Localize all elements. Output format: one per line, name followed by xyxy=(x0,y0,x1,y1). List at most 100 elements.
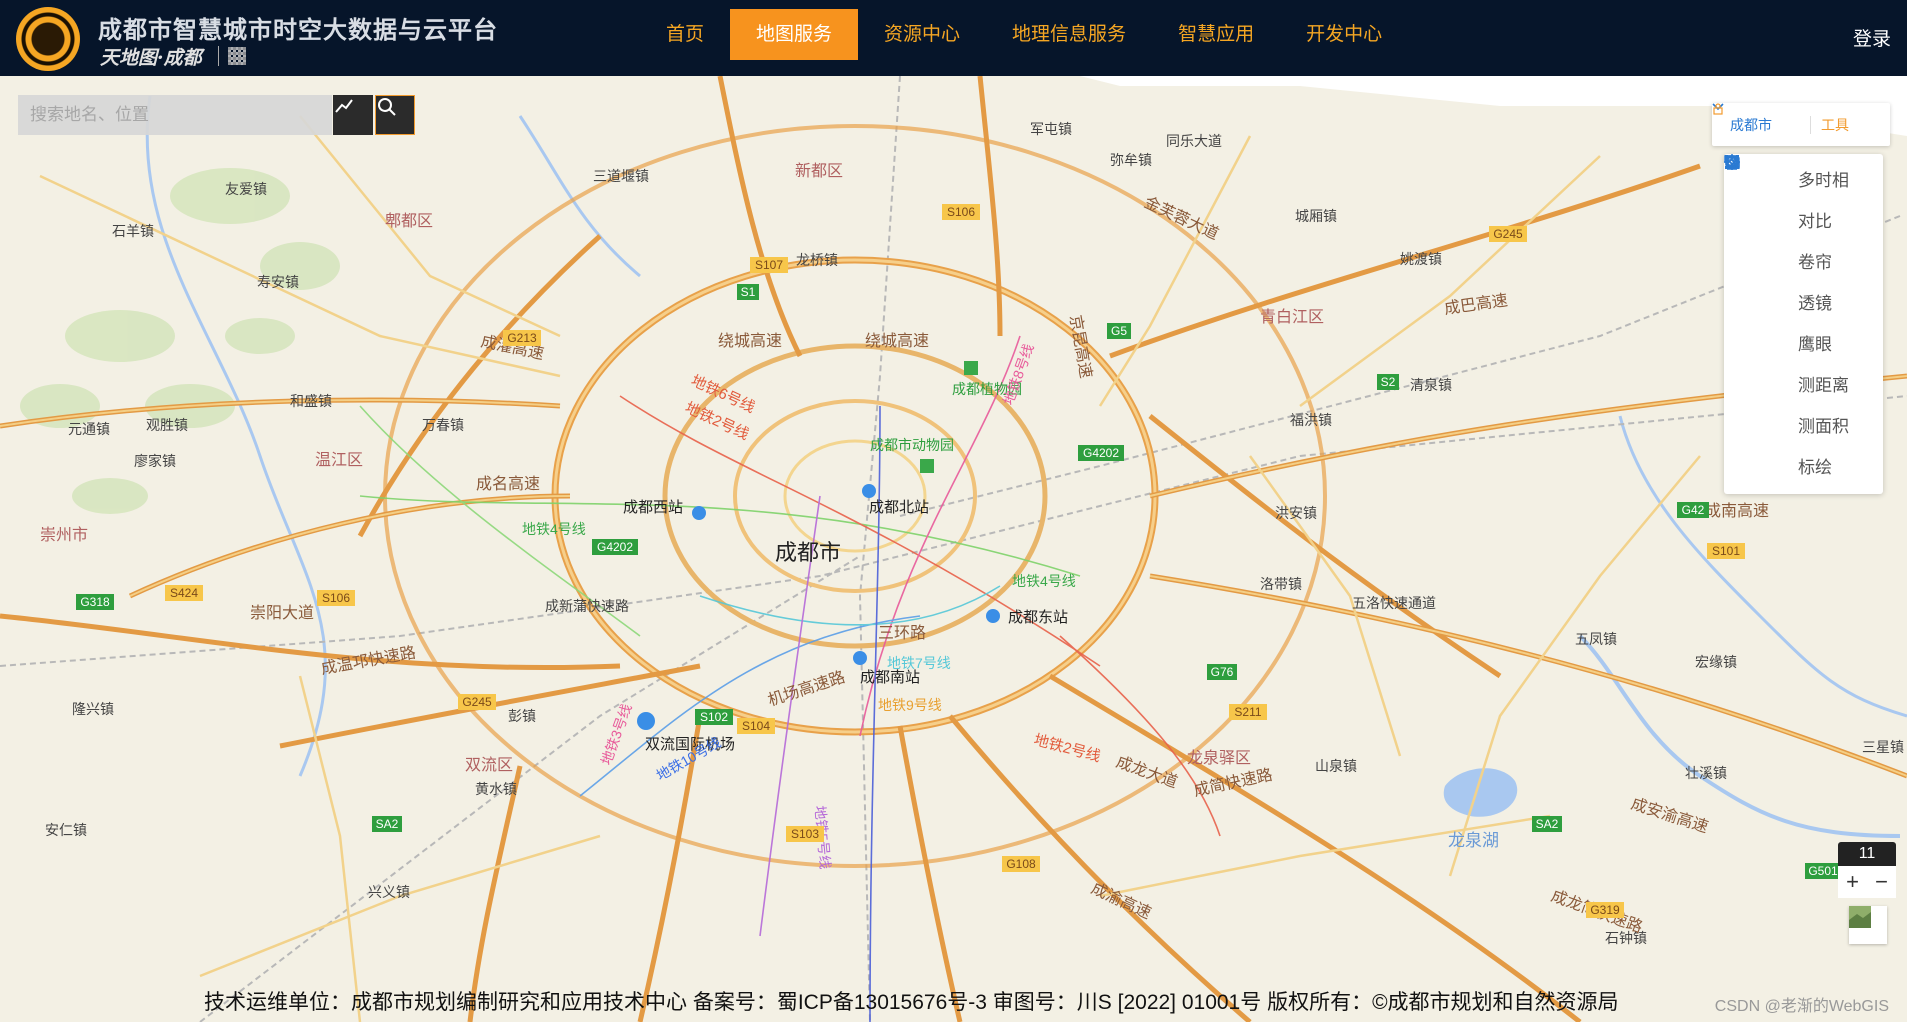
city-select-label: 成都市 xyxy=(1730,116,1772,133)
shield: G501 xyxy=(1805,863,1841,879)
qr-code-icon[interactable] xyxy=(228,47,246,65)
map-label-town: 万春镇 xyxy=(422,417,464,433)
nav-resource-center[interactable]: 资源中心 xyxy=(858,9,986,60)
map-label-town: 清泉镇 xyxy=(1410,377,1452,393)
shield: S106 xyxy=(317,590,355,606)
map-label-road: 绕城高速 xyxy=(718,332,782,350)
nav-dev-center[interactable]: 开发中心 xyxy=(1280,9,1408,60)
tools-button[interactable]: 工具 xyxy=(1713,103,1849,135)
map-label-town: 姚渡镇 xyxy=(1400,251,1442,267)
map-canvas[interactable]: 成都市 郫都区 温江区 崇州市 双流区 青白江区 龙泉驿区 新都区 龙泉湖 友爱… xyxy=(0,76,1907,1022)
svg-text:S106: S106 xyxy=(322,591,350,605)
map-label-town: 三星镇 xyxy=(1862,739,1904,755)
map-label-town: 元通镇 xyxy=(68,421,110,437)
city-logo-icon[interactable] xyxy=(16,7,80,71)
svg-text:S2: S2 xyxy=(1381,375,1396,389)
nav-smart-app[interactable]: 智慧应用 xyxy=(1152,9,1280,60)
csdn-watermark: CSDN @老渐的WebGIS xyxy=(1714,998,1889,1015)
shield: S424 xyxy=(165,585,203,601)
zoom-control: + − xyxy=(1838,866,1896,898)
map-label-town: 石羊镇 xyxy=(112,223,154,239)
shield: G213 xyxy=(503,330,541,346)
lens-icon xyxy=(1726,155,1772,311)
search-button[interactable] xyxy=(375,95,415,135)
shield: G108 xyxy=(1002,856,1040,872)
shield: S104 xyxy=(737,718,775,734)
tool-measure-area[interactable]: 测面积 xyxy=(1724,155,1883,445)
map-label-area: 崇州市 xyxy=(40,526,88,544)
map-label-town: 军屯镇 xyxy=(1030,121,1072,137)
tool-multi-temporal[interactable]: 多时相 xyxy=(1724,155,1883,199)
shield: S211 xyxy=(1229,704,1267,720)
map-label-road: 三环路 xyxy=(878,624,926,642)
zoom-in-button[interactable]: + xyxy=(1838,866,1867,898)
shield: G4202 xyxy=(1078,445,1124,461)
map-label-metro: 地铁9号线 xyxy=(878,697,942,713)
basemap[interactable]: 成都市 郫都区 温江区 崇州市 双流区 青白江区 龙泉驿区 新都区 龙泉湖 友爱… xyxy=(0,76,1907,1022)
tool-label: 卷帘 xyxy=(1798,253,1832,272)
svg-text:G318: G318 xyxy=(80,595,110,609)
tool-compare[interactable]: 对比 xyxy=(1724,155,1883,240)
shield: S103 xyxy=(786,826,824,842)
shield: S2 xyxy=(1377,374,1399,390)
login-link[interactable]: 登录 xyxy=(1853,24,1891,51)
tool-label: 透镜 xyxy=(1798,294,1832,313)
map-label-area: 龙泉湖 xyxy=(1448,831,1499,850)
map-label-road: 成新蒲快速路 xyxy=(545,598,629,614)
map-label-town: 彭镇 xyxy=(508,708,536,724)
shield: G319 xyxy=(1586,902,1624,918)
route-button[interactable] xyxy=(333,95,373,135)
svg-text:G501: G501 xyxy=(1808,864,1838,878)
map-label-town: 宏缘镇 xyxy=(1695,654,1737,670)
shield: SA2 xyxy=(372,816,402,832)
tool-plot[interactable]: 标绘 xyxy=(1724,155,1883,486)
nav-gis-service[interactable]: 地理信息服务 xyxy=(986,9,1152,60)
shield: G76 xyxy=(1207,664,1237,680)
shield: G4202 xyxy=(592,539,638,555)
shield: G245 xyxy=(1489,226,1527,242)
svg-text:G245: G245 xyxy=(462,695,492,709)
tool-measure-distance[interactable]: 测距离 xyxy=(1724,155,1883,404)
svg-text:SA2: SA2 xyxy=(1536,817,1559,831)
clock-icon xyxy=(1725,155,1772,188)
platform-title: 成都市智慧城市时空大数据与云平台 xyxy=(98,17,498,44)
shield: S1 xyxy=(737,284,759,300)
tool-label: 鹰眼 xyxy=(1798,335,1832,354)
map-label-town: 友爱镇 xyxy=(225,181,267,197)
city-select[interactable]: 成都市 xyxy=(1712,103,1810,135)
map-label-city: 成都市 xyxy=(775,540,841,565)
nav-home[interactable]: 首页 xyxy=(640,9,730,60)
map-label-town: 廖家镇 xyxy=(134,453,176,469)
map-label-poi: 成都市动物园 xyxy=(870,437,954,453)
map-label-road: 成名高速 xyxy=(476,475,540,493)
svg-text:G4202: G4202 xyxy=(1083,446,1119,460)
map-label-station: 成都南站 xyxy=(860,669,920,686)
tools-menu: 多时相 对比 卷帘 透镜 鹰眼 测距离 测面积 标绘 xyxy=(1724,154,1883,494)
map-label-town: 福洪镇 xyxy=(1290,412,1332,428)
map-toolbar: 成都市 工具 xyxy=(1712,103,1890,146)
zoom-out-button[interactable]: − xyxy=(1867,866,1896,898)
basemap-switch-button[interactable] xyxy=(1849,906,1887,944)
tool-label: 多时相 xyxy=(1798,171,1849,190)
map-label-metro: 地铁4号线 xyxy=(522,521,586,537)
tool-overview[interactable]: 鹰眼 xyxy=(1724,154,1883,363)
svg-text:G108: G108 xyxy=(1006,857,1036,871)
plot-icon xyxy=(1725,155,1772,475)
tool-swipe[interactable]: 卷帘 xyxy=(1724,155,1883,281)
footer-info: 技术运维单位：成都市规划编制研究和应用技术中心 备案号：蜀ICP备1301567… xyxy=(204,991,1619,1014)
main-nav: 首页 地图服务 资源中心 地理信息服务 智慧应用 开发中心 xyxy=(640,9,1408,60)
tool-lens[interactable]: 透镜 xyxy=(1724,155,1883,322)
shield: G42 xyxy=(1677,502,1709,518)
route-icon xyxy=(335,99,353,113)
map-label-road: 成南高速 xyxy=(1705,502,1769,520)
svg-text:S424: S424 xyxy=(170,586,198,600)
svg-text:G4202: G4202 xyxy=(597,540,633,554)
map-label-area: 温江区 xyxy=(315,451,363,469)
map-label-town: 五凤镇 xyxy=(1575,631,1617,647)
nav-map-service[interactable]: 地图服务 xyxy=(730,9,859,60)
map-label-town: 寿安镇 xyxy=(257,274,299,290)
search-input[interactable] xyxy=(18,95,332,135)
tool-label: 对比 xyxy=(1798,212,1832,231)
tool-label: 测面积 xyxy=(1798,417,1849,436)
tool-label: 标绘 xyxy=(1798,458,1832,477)
